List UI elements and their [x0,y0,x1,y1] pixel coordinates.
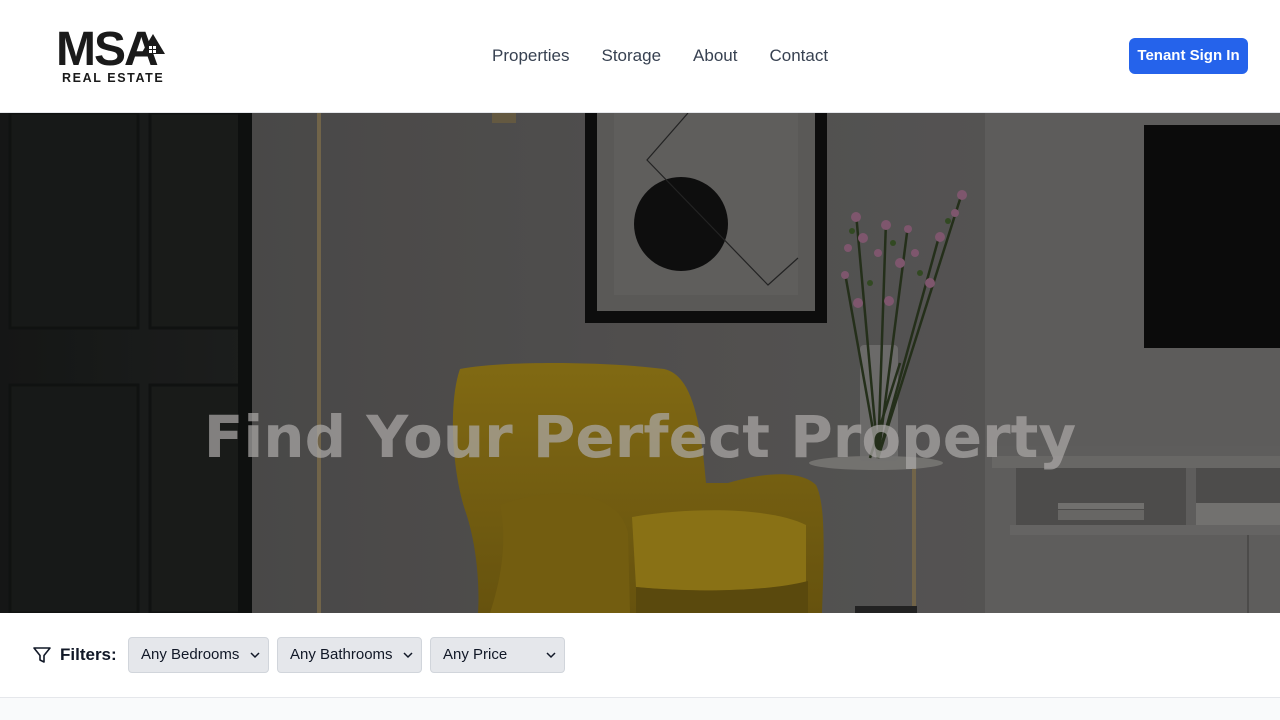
nav-storage[interactable]: Storage [601,45,661,67]
filters-label: Filters: [60,645,117,664]
hero-title: Find Your Perfect Property [203,403,1077,471]
chevron-down-icon [403,652,413,659]
tenant-sign-in-button[interactable]: Tenant Sign In [1129,38,1248,74]
chevron-down-icon [546,652,556,659]
logo-subtitle: REAL ESTATE [62,71,165,85]
filter-bar: Filters: Any Bedrooms Any Bathrooms Any … [0,613,1280,698]
bedrooms-select[interactable]: Any Bedrooms [128,637,269,673]
nav-about[interactable]: About [693,45,737,67]
nav-contact[interactable]: Contact [769,45,828,67]
main-nav: Properties Storage About Contact [492,45,828,67]
hero-banner: Find Your Perfect Property [0,113,1280,613]
brand-logo[interactable]: MSA REAL ESTATE [56,26,168,85]
listings-area [0,698,1280,720]
filter-icon [33,647,51,663]
price-select[interactable]: Any Price [430,637,565,673]
price-select-value: Any Price [443,646,508,663]
hero-background-image [0,113,1280,613]
bedrooms-select-value: Any Bedrooms [141,646,240,663]
bathrooms-select[interactable]: Any Bathrooms [277,637,422,673]
house-icon [141,34,165,54]
nav-properties[interactable]: Properties [492,45,569,67]
site-header: MSA REAL ESTATE Properties Storage About… [0,0,1280,113]
bathrooms-select-value: Any Bathrooms [290,646,393,663]
chevron-down-icon [250,652,260,659]
